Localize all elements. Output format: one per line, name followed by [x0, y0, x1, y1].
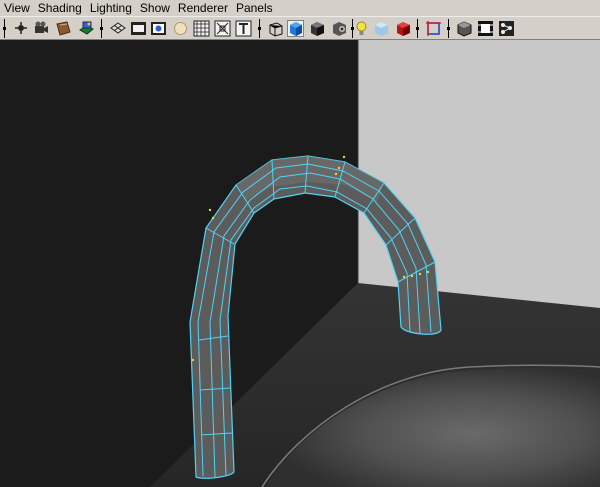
panel-toolbar	[0, 16, 600, 40]
xray-icon[interactable]	[373, 20, 390, 37]
camera-select-icon[interactable]	[13, 20, 30, 37]
safe-title-icon[interactable]	[214, 20, 231, 37]
toolbar-separator[interactable]	[447, 19, 450, 38]
menu-lighting[interactable]: Lighting	[86, 0, 136, 16]
hardware-texturing-icon[interactable]	[395, 20, 412, 37]
grid-icon[interactable]	[110, 20, 127, 37]
camera-attributes-icon[interactable]	[33, 20, 50, 37]
resolution-gate-icon[interactable]	[150, 20, 167, 37]
panel-menu-bar: View Shading Lighting Show Renderer Pane…	[0, 0, 600, 16]
3d-viewport[interactable]	[0, 40, 600, 487]
graph-icon[interactable]	[498, 20, 515, 37]
menu-show[interactable]: Show	[136, 0, 174, 16]
text-icon[interactable]	[235, 20, 252, 37]
toolbar-separator[interactable]	[416, 19, 419, 38]
smooth-shade-icon[interactable]	[287, 20, 304, 37]
toolbar-separator[interactable]	[100, 19, 103, 38]
wireframe-icon[interactable]	[267, 20, 284, 37]
image-plane-icon[interactable]	[78, 20, 95, 37]
menu-shading[interactable]: Shading	[34, 0, 86, 16]
safe-action-icon[interactable]	[193, 20, 210, 37]
toolbar-separator[interactable]	[258, 19, 261, 38]
frame-selection-icon[interactable]	[477, 20, 494, 37]
menu-view[interactable]: View	[0, 0, 34, 16]
menu-renderer[interactable]: Renderer	[174, 0, 232, 16]
field-chart-icon[interactable]	[172, 20, 189, 37]
bounding-box-icon[interactable]	[331, 20, 348, 37]
bookmark-icon[interactable]	[55, 20, 72, 37]
film-gate-icon[interactable]	[130, 20, 147, 37]
isolate-select-icon[interactable]	[425, 20, 442, 37]
default-lighting-icon[interactable]	[353, 20, 370, 37]
flat-shade-icon[interactable]	[309, 20, 326, 37]
menu-panels[interactable]: Panels	[232, 0, 277, 16]
frame-all-icon[interactable]	[456, 20, 473, 37]
toolbar-separator[interactable]	[3, 19, 6, 38]
